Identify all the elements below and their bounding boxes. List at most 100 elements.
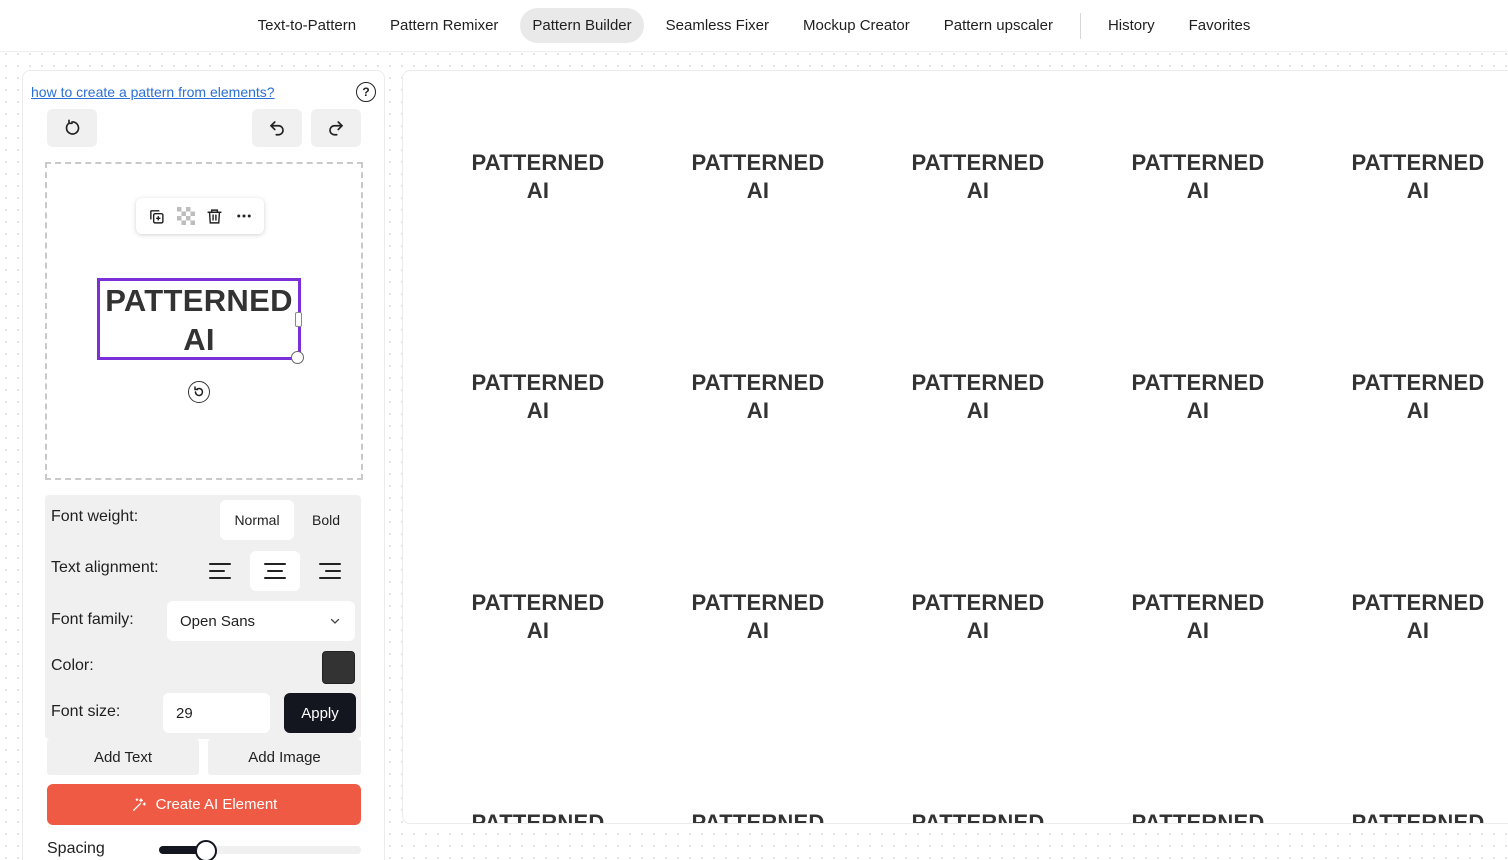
font-family-value: Open Sans <box>180 612 256 630</box>
element-text-line1: PATTERNED <box>105 283 293 318</box>
pattern-tile: PATTERNEDAI <box>1318 809 1508 824</box>
sparkle-icon <box>132 797 146 811</box>
pattern-tile-line1: PATTERNED <box>691 810 825 824</box>
pattern-tile: PATTERNEDAI <box>878 809 1078 824</box>
font-weight-label: Font weight: <box>51 508 139 525</box>
nav-primary: Text-to-Pattern Pattern Remixer Pattern Bu… <box>241 8 1070 43</box>
align-center-icon <box>264 563 286 579</box>
text-alignment-label: Text alignment: <box>51 559 159 576</box>
font-weight-bold[interactable]: Bold <box>296 500 356 540</box>
resize-handle-corner[interactable] <box>291 351 304 364</box>
pattern-tile-line2: AI <box>526 178 550 203</box>
help-link[interactable]: how to create a pattern from elements? <box>31 84 275 100</box>
pattern-tile-line2: AI <box>746 398 770 423</box>
align-left-button[interactable] <box>195 551 245 591</box>
element-toolbar <box>136 198 264 234</box>
nav-item-history[interactable]: History <box>1096 8 1167 43</box>
top-nav: Text-to-Pattern Pattern Remixer Pattern Bu… <box>0 0 1508 52</box>
pattern-tile-line2: AI <box>1406 178 1430 203</box>
pattern-tile: PATTERNED AI <box>878 589 1078 645</box>
pattern-tile: PATTERNEDAI <box>1098 149 1298 205</box>
reset-button[interactable] <box>47 109 97 147</box>
undo-button[interactable] <box>252 109 302 147</box>
pattern-tile: PATTERNED AI <box>658 369 858 425</box>
pattern-tile-line1: PATTERNED <box>1351 150 1485 175</box>
add-image-button[interactable]: Add Image <box>208 739 361 775</box>
pattern-tile-line2: AI <box>526 618 550 643</box>
font-size-input[interactable] <box>163 693 270 733</box>
more-icon[interactable] <box>233 205 255 227</box>
pattern-tile: PATTERNEDAI <box>438 589 638 645</box>
nav-item-pattern-remixer[interactable]: Pattern Remixer <box>378 8 510 43</box>
pattern-tile-line1: PATTERNED <box>471 810 605 824</box>
help-icon[interactable]: ? <box>356 82 376 102</box>
create-ai-label: Create AI Element <box>155 796 278 813</box>
pattern-tile: PATTERNEDAI <box>1098 809 1298 823</box>
nav-item-mockup-creator[interactable]: Mockup Creator <box>791 8 922 43</box>
add-text-button[interactable]: Add Text <box>47 739 199 775</box>
font-family-select[interactable]: Open Sans <box>167 601 355 641</box>
apply-button[interactable]: Apply <box>284 693 356 733</box>
spacing-slider-track[interactable] <box>159 846 361 854</box>
pattern-tile-line1: PATTERNED <box>911 590 1045 615</box>
align-right-button[interactable] <box>305 551 355 591</box>
color-swatch[interactable] <box>322 651 355 684</box>
pattern-tile: PATTERNED AI <box>1098 589 1298 645</box>
spacing-slider-thumb[interactable] <box>195 840 217 860</box>
pattern-tile-line2: AI <box>1186 398 1210 423</box>
pattern-tile-line1: PATTERNED <box>1131 150 1265 175</box>
pattern-tile: PATTERNED AI <box>438 369 638 425</box>
align-right-icon <box>319 563 341 579</box>
pattern-tile-line2: AI <box>966 398 990 423</box>
pattern-tile-line1: PATTERNED <box>471 150 605 175</box>
pattern-tile-line1: PATTERNED <box>471 370 605 395</box>
pattern-preview: PATTERNED AI PATTERNED AI PATTERNED AI PATTERN… <box>402 70 1508 824</box>
font-family-label: Font family: <box>51 611 134 628</box>
pattern-tile-line1: PATTERNED <box>911 150 1045 175</box>
nav-item-favorites[interactable]: Favorites <box>1177 8 1263 43</box>
pattern-tile: PATTERNED AI <box>658 149 858 205</box>
pattern-tile-line1: PATTERNED <box>1131 590 1265 615</box>
pattern-tile-line1: PATTERNED <box>691 370 825 395</box>
pattern-tile-line1: PATTERNED <box>911 810 1045 824</box>
resize-handle-side[interactable] <box>295 312 302 327</box>
nav-item-pattern-upscaler[interactable]: Pattern upscaler <box>932 8 1065 43</box>
pattern-tile-line1: PATTERNED <box>691 590 825 615</box>
transparency-icon[interactable] <box>175 205 197 227</box>
redo-button[interactable] <box>311 109 361 147</box>
pattern-tile-line2: AI <box>1406 618 1430 643</box>
nav-divider <box>1079 12 1081 39</box>
pattern-tile-line2: AI <box>1406 398 1430 423</box>
create-ai-element-button[interactable]: Create AI Element <box>47 784 361 825</box>
font-weight-normal[interactable]: Normal <box>220 500 294 540</box>
pattern-tile-line2: AI <box>746 618 770 643</box>
nav-item-seamless-fixer[interactable]: Seamless Fixer <box>654 8 781 43</box>
pattern-tile-line2: AI <box>746 178 770 203</box>
pattern-tile: PATTERNED AI <box>878 149 1078 205</box>
trash-icon[interactable] <box>204 205 226 227</box>
element-text-line2: AI <box>183 322 215 357</box>
pattern-tile-line1: PATTERNED <box>911 370 1045 395</box>
pattern-tile-line2: AI <box>966 178 990 203</box>
selected-text-element[interactable]: PATTERNED AI <box>97 278 301 360</box>
element-canvas[interactable]: PATTERNED AI <box>45 162 363 480</box>
align-center-button[interactable] <box>250 551 300 591</box>
undo-icon <box>270 121 284 136</box>
chevron-down-icon <box>330 618 340 624</box>
rotate-icon <box>194 386 204 397</box>
font-size-label: Font size: <box>51 703 121 720</box>
nav-item-pattern-builder[interactable]: Pattern Builder <box>520 8 644 43</box>
pattern-tile: PATTERNEDAI <box>658 809 858 824</box>
duplicate-icon[interactable] <box>146 205 168 227</box>
pattern-tile-line2: AI <box>1186 618 1210 643</box>
nav-item-text-to-pattern[interactable]: Text-to-Pattern <box>246 8 368 43</box>
pattern-tile: PATTERNEDAI <box>1098 369 1298 425</box>
pattern-tile-line1: PATTERNED <box>691 150 825 175</box>
pattern-tile-line2: AI <box>526 398 550 423</box>
pattern-tile: PATTERNEDAI <box>1318 369 1508 425</box>
redo-icon <box>329 121 343 136</box>
pattern-tile: PATTERNED AI <box>878 369 1078 425</box>
pattern-tile-line2: AI <box>966 618 990 643</box>
pattern-tile-line1: PATTERNED <box>1351 810 1485 824</box>
rotate-handle[interactable] <box>188 381 210 403</box>
